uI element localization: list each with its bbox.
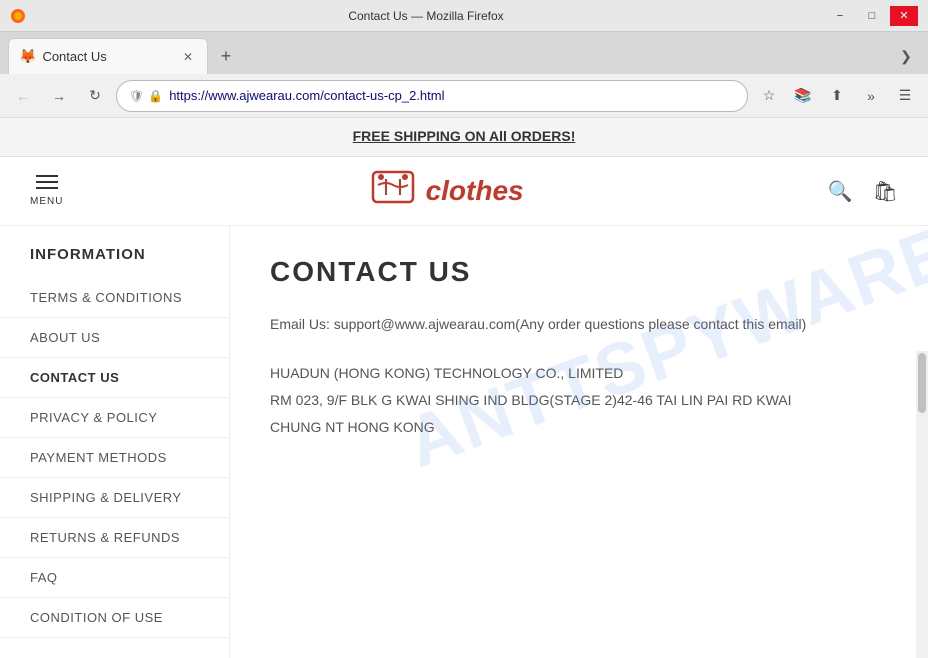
menu-line-2 (36, 181, 58, 183)
logo-icon (368, 167, 418, 215)
sidebar-link-payment[interactable]: PAYMENT METHODS (0, 438, 229, 478)
forward-button[interactable]: → (44, 81, 74, 111)
cart-icon[interactable]: 🛍 (873, 179, 898, 204)
back-button[interactable]: ← (8, 81, 38, 111)
contact-address: HUADUN (HONG KONG) TECHNOLOGY CO., LIMIT… (270, 360, 888, 440)
window-title: Contact Us — Mozilla Firefox (26, 9, 826, 23)
tab-favicon: 🦊 (19, 48, 36, 65)
sidebar-link-contact[interactable]: CONTACT US (0, 358, 229, 398)
sidebar-item-condition[interactable]: CONDITION OF USE (0, 598, 229, 638)
sidebar-link-privacy[interactable]: PRIVACY & POLICY (0, 398, 229, 438)
window-controls: − □ ✕ (826, 6, 918, 26)
scrollbar-thumb[interactable] (918, 353, 926, 413)
sidebar-item-returns[interactable]: RETURNS & REFUNDS (0, 518, 229, 558)
maximize-button[interactable]: □ (858, 6, 886, 26)
address-bar[interactable]: 🛡 🔒 https://www.ajwearau.com/contact-us-… (116, 80, 748, 112)
search-icon[interactable]: 🔍 (828, 179, 853, 204)
address-line2: CHUNG NT HONG KONG (270, 414, 888, 441)
menu-button[interactable]: MENU (30, 175, 63, 207)
sidebar-item-contact[interactable]: CONTACT US (0, 358, 229, 398)
tab-title: Contact Us (42, 49, 173, 64)
sidebar-link-about[interactable]: ABOUT US (0, 318, 229, 358)
address-line1: RM 023, 9/F BLK G KWAI SHING IND BLDG(ST… (270, 387, 888, 414)
reload-button[interactable]: ↻ (80, 81, 110, 111)
contact-email: Email Us: support@www.ajwearau.com(Any o… (270, 313, 888, 335)
minimize-button[interactable]: − (826, 6, 854, 26)
sidebar-item-faq[interactable]: FAQ (0, 558, 229, 598)
bookmarks-sidebar-button[interactable]: 📚 (788, 81, 818, 111)
menu-label: MENU (30, 196, 63, 207)
header-actions: 🔍 🛍 (828, 179, 898, 204)
sidebar-nav: TERMS & CONDITIONS ABOUT US CONTACT US P… (0, 278, 229, 638)
title-bar: Contact Us — Mozilla Firefox − □ ✕ (0, 0, 928, 32)
sidebar-title: INFORMATION (0, 246, 229, 278)
sidebar-link-condition[interactable]: CONDITION OF USE (0, 598, 229, 638)
close-button[interactable]: ✕ (890, 6, 918, 26)
nav-actions: ☆ 📚 ⬆ » ☰ (754, 81, 920, 111)
menu-line-3 (36, 187, 58, 189)
sidebar: INFORMATION TERMS & CONDITIONS ABOUT US … (0, 226, 230, 658)
company-name: HUADUN (HONG KONG) TECHNOLOGY CO., LIMIT… (270, 360, 888, 387)
bookmark-button[interactable]: ☆ (754, 81, 784, 111)
firefox-icon (10, 8, 26, 24)
page-title: CONTACT US (270, 256, 888, 288)
share-button[interactable]: ⬆ (822, 81, 852, 111)
hamburger-icon (36, 175, 58, 189)
sidebar-link-faq[interactable]: FAQ (0, 558, 229, 598)
sidebar-item-privacy[interactable]: PRIVACY & POLICY (0, 398, 229, 438)
sidebar-link-terms[interactable]: TERMS & CONDITIONS (0, 278, 229, 318)
site-wrapper: FREE SHIPPING ON All ORDERS! MENU c (0, 118, 928, 658)
logo-area[interactable]: clothes (368, 167, 524, 215)
sidebar-link-shipping[interactable]: SHIPPING & DELIVERY (0, 478, 229, 518)
sidebar-link-returns[interactable]: RETURNS & REFUNDS (0, 518, 229, 558)
sidebar-item-about[interactable]: ABOUT US (0, 318, 229, 358)
nav-bar: ← → ↻ 🛡 🔒 https://www.ajwearau.com/conta… (0, 74, 928, 118)
tab-close-button[interactable]: ✕ (179, 48, 197, 66)
tab-overflow-button[interactable]: ❯ (892, 42, 920, 70)
address-bar-icons: 🛡 🔒 (129, 89, 163, 103)
sidebar-item-terms[interactable]: TERMS & CONDITIONS (0, 278, 229, 318)
content-area: CONTACT US Email Us: support@www.ajweara… (230, 226, 928, 658)
main-layout: INFORMATION TERMS & CONDITIONS ABOUT US … (0, 226, 928, 658)
extensions-button[interactable]: » (856, 81, 886, 111)
scrollbar[interactable] (916, 351, 928, 658)
lock-icon: 🔒 (148, 89, 163, 103)
title-bar-left (10, 8, 26, 24)
sidebar-item-shipping[interactable]: SHIPPING & DELIVERY (0, 478, 229, 518)
new-tab-button[interactable]: + (212, 42, 240, 70)
menu-line-1 (36, 175, 58, 177)
sidebar-item-payment[interactable]: PAYMENT METHODS (0, 438, 229, 478)
logo-text: clothes (426, 175, 524, 207)
site-header: MENU clothes 🔍 🛍 (0, 157, 928, 226)
shield-icon: 🛡 (129, 89, 144, 103)
tab-bar: 🦊 Contact Us ✕ + ❯ (0, 32, 928, 74)
url-text: https://www.ajwearau.com/contact-us-cp_2… (169, 88, 735, 103)
active-tab[interactable]: 🦊 Contact Us ✕ (8, 38, 208, 74)
free-shipping-banner: FREE SHIPPING ON All ORDERS! (0, 118, 928, 157)
free-shipping-link[interactable]: FREE SHIPPING ON All ORDERS! (353, 128, 576, 144)
menu-button[interactable]: ☰ (890, 81, 920, 111)
